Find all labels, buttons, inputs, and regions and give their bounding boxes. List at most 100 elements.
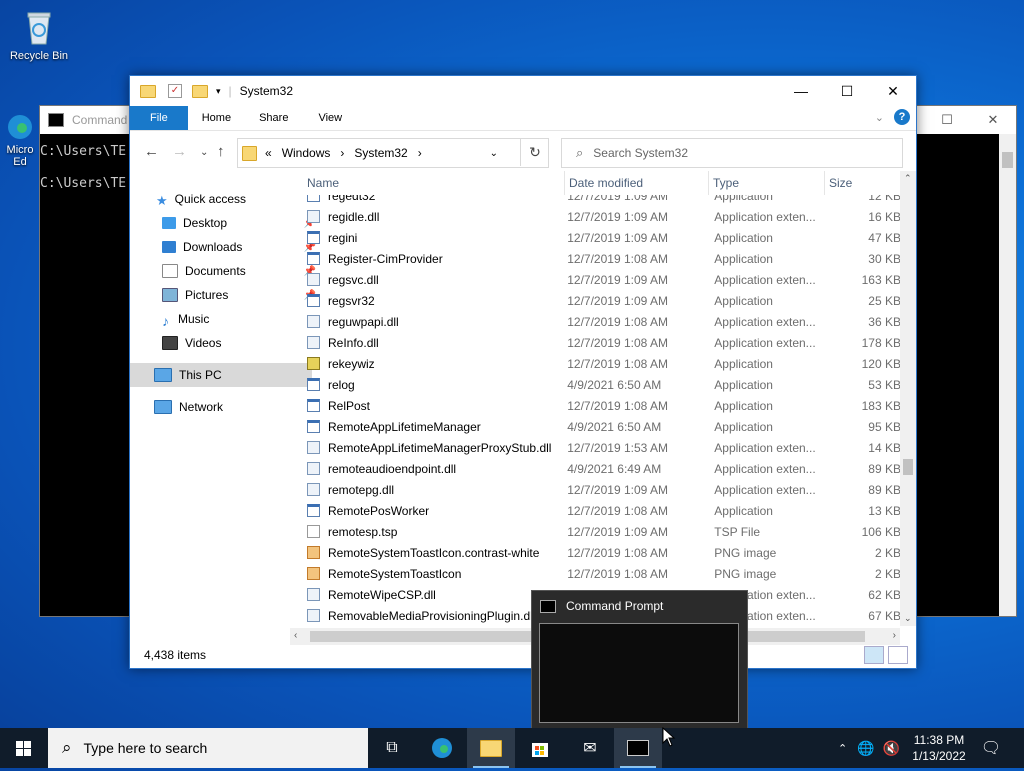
application-file-icon	[307, 231, 320, 244]
table-row[interactable]: remoteaudioendpoint.dll 4/9/2021 6:49 AM A…	[303, 458, 901, 479]
refresh-icon[interactable]: ↻	[520, 138, 549, 166]
ribbon-expand-icon[interactable]: ⌄	[875, 111, 884, 124]
scroll-down-icon[interactable]: ⌄	[904, 613, 912, 624]
vertical-scrollbar[interactable]: ⌃ ⌄	[900, 171, 916, 626]
scroll-up-icon[interactable]: ⌃	[904, 173, 912, 184]
edge-desktop-icon[interactable]: Micro Ed	[0, 112, 40, 168]
tab-home[interactable]: Home	[188, 106, 245, 130]
maximize-icon[interactable]: ☐	[824, 76, 870, 106]
address-bar[interactable]: « Windows › System32 › ⌄	[237, 138, 549, 168]
nav-quick-access[interactable]: ★ Quick access	[130, 187, 314, 211]
file-list[interactable]: regedt32 12/7/2019 1:09 AM Application 12 K…	[303, 171, 901, 626]
table-row[interactable]: reguwpapi.dll 12/7/2019 1:08 AM Applicatio…	[303, 311, 901, 332]
scroll-left-icon[interactable]: ‹	[294, 630, 297, 641]
table-row[interactable]: regsvc.dll 12/7/2019 1:09 AM Application e…	[303, 269, 901, 290]
show-hidden-icons-chevron-icon[interactable]: ⌃	[838, 742, 847, 755]
recycle-bin-desktop-icon[interactable]: Recycle Bin	[4, 8, 74, 62]
explorer-title: System32	[239, 84, 294, 98]
table-row[interactable]: ReInfo.dll 12/7/2019 1:08 AM Application e…	[303, 332, 901, 353]
nav-videos[interactable]: Videos	[130, 331, 320, 355]
file-name-cell: regidle.dll	[303, 210, 563, 224]
details-view-icon[interactable]	[864, 646, 884, 664]
file-explorer-window[interactable]: ✓ ▾ | System32 — ☐ ✕ File Home Share Vie…	[129, 75, 917, 669]
explorer-titlebar[interactable]: ✓ ▾ | System32 — ☐ ✕	[130, 76, 916, 106]
table-row[interactable]: relog 4/9/2021 6:50 AM Application 53 KB	[303, 374, 901, 395]
file-type: Application	[714, 419, 773, 434]
breadcrumb-system32[interactable]: System32	[354, 146, 407, 160]
quick-access-dropdown-icon[interactable]: ▾	[216, 86, 221, 97]
breadcrumb-separator[interactable]: ›	[418, 146, 422, 160]
table-row[interactable]: RemoteAppLifetimeManagerProxyStub.dll 12/…	[303, 437, 901, 458]
taskbar-search-box[interactable]: ⌕ Type here to search	[48, 728, 368, 768]
column-date-header[interactable]: Date modified	[565, 171, 709, 195]
minimize-icon[interactable]: —	[778, 76, 824, 106]
dll-file-icon	[307, 462, 320, 475]
help-icon[interactable]: ?	[894, 109, 910, 125]
forward-arrow-icon[interactable]: →	[172, 143, 187, 160]
table-row[interactable]: regini 12/7/2019 1:09 AM Application 47 KB	[303, 227, 901, 248]
table-row[interactable]: remotepg.dll 12/7/2019 1:09 AM Application…	[303, 479, 901, 500]
breadcrumb-separator[interactable]: ›	[340, 146, 344, 160]
cmd-maximize-icon[interactable]: ☐	[924, 106, 970, 134]
nav-documents[interactable]: Documents 📌	[130, 259, 320, 283]
properties-quick-icon[interactable]: ✓	[168, 84, 182, 98]
column-size-header[interactable]: Size	[825, 171, 901, 195]
network-globe-icon[interactable]: 🌐	[857, 740, 874, 757]
file-name-cell: RelPost	[303, 399, 563, 413]
address-dropdown-icon[interactable]: ⌄	[490, 148, 498, 159]
cmd-scroll-thumb[interactable]	[1002, 152, 1013, 168]
image-file-icon	[307, 546, 320, 559]
nav-network[interactable]: Network	[130, 395, 312, 419]
table-row[interactable]: RemotePosWorker 12/7/2019 1:08 AM Applicat…	[303, 500, 901, 521]
search-box[interactable]: ⌕ Search System32	[561, 138, 903, 168]
tab-file[interactable]: File	[130, 106, 188, 130]
table-row[interactable]: regsvr32 12/7/2019 1:09 AM Application 25 K…	[303, 290, 901, 311]
large-icons-view-icon[interactable]	[888, 646, 908, 664]
file-size: 2 KB	[874, 545, 901, 560]
new-folder-quick-icon[interactable]	[192, 84, 208, 98]
taskbar-thumbnail-preview[interactable]: Command Prompt	[531, 590, 748, 730]
breadcrumb-overflow[interactable]: «	[265, 146, 272, 160]
start-button[interactable]	[0, 728, 48, 768]
file-explorer-taskbar-icon[interactable]	[467, 728, 515, 768]
table-row[interactable]: rekeywiz 12/7/2019 1:08 AM Application 120 …	[303, 353, 901, 374]
nav-downloads[interactable]: Downloads 📌	[130, 235, 320, 259]
mail-icon[interactable]: ✉	[566, 728, 614, 768]
nav-label: Music	[178, 312, 210, 326]
scroll-right-icon[interactable]: ›	[893, 630, 896, 641]
table-row[interactable]: RelPost 12/7/2019 1:08 AM Application 183 K…	[303, 395, 901, 416]
command-prompt-taskbar-icon[interactable]	[614, 728, 662, 768]
vertical-scroll-thumb[interactable]	[903, 459, 913, 475]
recent-locations-chevron-icon[interactable]: ⌄	[200, 147, 208, 158]
table-row[interactable]: Register-CimProvider 12/7/2019 1:08 AM App…	[303, 248, 901, 269]
breadcrumb-windows[interactable]: Windows	[282, 146, 331, 160]
back-arrow-icon[interactable]: ←	[144, 143, 159, 160]
tab-share[interactable]: Share	[245, 106, 302, 130]
tab-view[interactable]: View	[302, 106, 356, 130]
notifications-icon[interactable]: 🗨	[968, 728, 1014, 768]
nav-pictures[interactable]: Pictures 📌	[130, 283, 320, 307]
clock[interactable]: 11:38 PM 1/13/2022	[904, 732, 974, 764]
microsoft-store-icon[interactable]	[516, 728, 564, 768]
thumbnail-window-preview[interactable]	[539, 623, 739, 723]
task-view-icon[interactable]: ⧉	[368, 728, 416, 768]
up-arrow-icon[interactable]: ↑	[217, 143, 225, 160]
generic-file-icon	[307, 525, 320, 538]
file-name: RemoteAppLifetimeManagerProxyStub.dll	[328, 440, 552, 455]
table-row[interactable]: RemoteAppLifetimeManager 4/9/2021 6:50 AM…	[303, 416, 901, 437]
close-icon[interactable]: ✕	[870, 76, 916, 106]
nav-desktop[interactable]: Desktop 📌	[130, 211, 320, 235]
table-row[interactable]: RemoteSystemToastIcon.contrast-white 12/7…	[303, 542, 901, 563]
table-row[interactable]: regidle.dll 12/7/2019 1:09 AM Application …	[303, 206, 901, 227]
file-size: 106 KB	[861, 524, 901, 539]
cmd-close-icon[interactable]: ✕	[970, 106, 1016, 134]
table-row[interactable]: remotesp.tsp 12/7/2019 1:09 AM TSP File 106…	[303, 521, 901, 542]
nav-this-pc[interactable]: This PC	[130, 363, 312, 387]
edge-taskbar-icon[interactable]	[418, 728, 466, 768]
cmd-scrollbar[interactable]	[999, 134, 1016, 616]
file-size: 163 KB	[861, 272, 901, 287]
column-type-header[interactable]: Type	[709, 171, 825, 195]
volume-muted-icon[interactable]: 🔇	[883, 740, 900, 757]
table-row[interactable]: RemoteSystemToastIcon 12/7/2019 1:08 AM PN…	[303, 563, 901, 584]
nav-music[interactable]: ♪ Music	[130, 307, 320, 331]
